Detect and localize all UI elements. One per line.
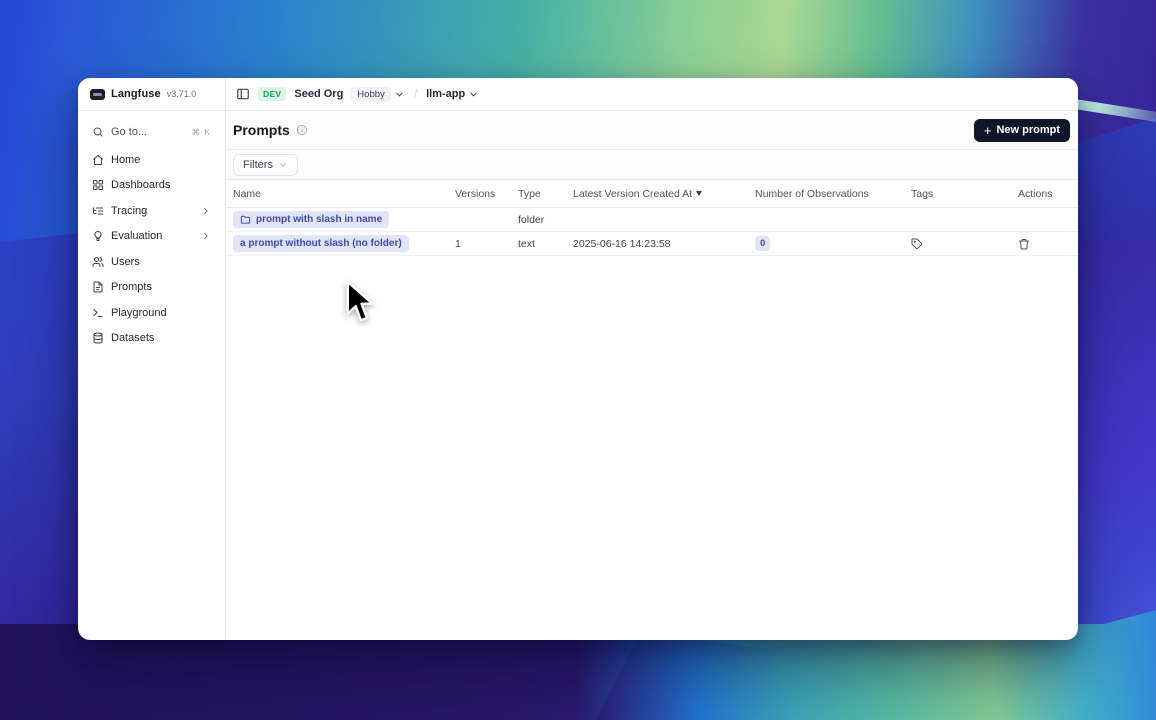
prompt-link[interactable]: a prompt without slash (no folder) bbox=[233, 235, 409, 252]
filters-button[interactable]: Filters bbox=[233, 154, 298, 176]
sidebar-item-users[interactable]: Users bbox=[86, 249, 217, 275]
latest-version-cell: 2025-06-16 14:23:58 bbox=[573, 238, 755, 250]
org-plan-dropdown[interactable]: Hobby bbox=[351, 87, 404, 102]
sidebar-item-label: Home bbox=[111, 154, 140, 166]
new-prompt-label: New prompt bbox=[996, 124, 1060, 136]
plan-badge: Hobby bbox=[351, 87, 390, 102]
playground-terminal-icon bbox=[92, 307, 104, 319]
main-area: DEV Seed Org Hobby / llm-app Prompts bbox=[226, 78, 1078, 640]
column-header-label: Latest Version Created At bbox=[573, 188, 692, 200]
table-header-row: Name Versions Type Latest Version Create… bbox=[226, 180, 1078, 208]
versions-cell: 1 bbox=[455, 238, 518, 250]
chevron-down-icon bbox=[394, 89, 405, 100]
page-header: Prompts + New prompt bbox=[226, 111, 1078, 150]
brand-name: Langfuse bbox=[111, 88, 161, 100]
new-prompt-button[interactable]: + New prompt bbox=[974, 119, 1070, 142]
sidebar-toggle-icon[interactable] bbox=[236, 87, 250, 101]
name-cell: prompt with slash in name bbox=[233, 211, 455, 228]
sidebar-item-tracing[interactable]: Tracing bbox=[86, 198, 217, 224]
tags-cell bbox=[911, 238, 1018, 250]
chevron-right-icon bbox=[201, 206, 211, 216]
column-header-latest-version[interactable]: Latest Version Created At bbox=[573, 188, 755, 200]
sidebar-item-label: Tracing bbox=[111, 205, 147, 217]
top-bar: DEV Seed Org Hobby / llm-app bbox=[226, 78, 1078, 111]
sidebar-header: Langfuse v3.71.0 bbox=[78, 78, 225, 111]
org-name[interactable]: Seed Org bbox=[294, 88, 343, 100]
sidebar-item-evaluation[interactable]: Evaluation bbox=[86, 224, 217, 250]
column-header-versions[interactable]: Versions bbox=[455, 188, 518, 200]
filters-row: Filters bbox=[226, 150, 1078, 180]
delete-trash-icon[interactable] bbox=[1018, 238, 1030, 250]
sidebar-item-label: Datasets bbox=[111, 332, 154, 344]
sidebar-item-label: Playground bbox=[111, 307, 167, 319]
sidebar-item-label: Prompts bbox=[111, 281, 152, 293]
brand-version: v3.71.0 bbox=[167, 89, 197, 99]
type-cell: text bbox=[518, 238, 573, 250]
breadcrumb-separator: / bbox=[413, 87, 418, 101]
sidebar-nav: Go to... ⌘ K Home Dashboards Tracing bbox=[78, 111, 225, 361]
sidebar-item-prompts[interactable]: Prompts bbox=[86, 275, 217, 301]
folder-icon bbox=[240, 214, 251, 225]
info-icon[interactable] bbox=[296, 124, 308, 136]
tracing-icon bbox=[92, 205, 104, 217]
goto-label: Go to... bbox=[111, 126, 147, 138]
observations-cell: 0 bbox=[755, 236, 911, 251]
project-name: llm-app bbox=[426, 88, 465, 100]
users-icon bbox=[92, 256, 104, 268]
actions-cell bbox=[1018, 238, 1078, 250]
goto-search[interactable]: Go to... ⌘ K bbox=[86, 121, 217, 147]
datasets-database-icon bbox=[92, 332, 104, 344]
plus-icon: + bbox=[984, 124, 992, 137]
tag-icon[interactable] bbox=[911, 238, 923, 250]
column-header-name[interactable]: Name bbox=[233, 188, 455, 200]
sidebar-item-dashboards[interactable]: Dashboards bbox=[86, 173, 217, 199]
home-icon bbox=[92, 154, 104, 166]
wallpaper-right-band bbox=[1066, 240, 1156, 660]
sidebar-item-playground[interactable]: Playground bbox=[86, 300, 217, 326]
chevron-down-icon bbox=[468, 89, 479, 100]
name-cell: a prompt without slash (no folder) bbox=[233, 235, 455, 252]
prompt-name: a prompt without slash (no folder) bbox=[240, 238, 402, 250]
sidebar: Langfuse v3.71.0 Go to... ⌘ K Home bbox=[78, 78, 226, 640]
prompts-table: Name Versions Type Latest Version Create… bbox=[226, 180, 1078, 256]
table-row[interactable]: prompt with slash in name folder bbox=[226, 208, 1078, 232]
search-icon bbox=[92, 126, 104, 138]
chevron-down-icon bbox=[278, 160, 288, 170]
project-dropdown[interactable]: llm-app bbox=[426, 88, 479, 100]
page-title: Prompts bbox=[233, 122, 290, 138]
dashboards-icon bbox=[92, 179, 104, 191]
sidebar-item-label: Users bbox=[111, 256, 140, 268]
prompt-name: prompt with slash in name bbox=[256, 214, 382, 226]
goto-shortcut: ⌘ K bbox=[191, 127, 211, 138]
prompts-icon bbox=[92, 281, 104, 293]
sidebar-item-home[interactable]: Home bbox=[86, 147, 217, 173]
sidebar-item-datasets[interactable]: Datasets bbox=[86, 326, 217, 352]
langfuse-logo bbox=[90, 89, 105, 100]
column-header-actions: Actions bbox=[1018, 188, 1078, 200]
table-row[interactable]: a prompt without slash (no folder) 1 tex… bbox=[226, 232, 1078, 256]
column-header-type[interactable]: Type bbox=[518, 188, 573, 200]
column-header-observations[interactable]: Number of Observations bbox=[755, 188, 911, 200]
chevron-right-icon bbox=[201, 231, 211, 241]
evaluation-icon bbox=[92, 230, 104, 242]
sidebar-item-label: Evaluation bbox=[111, 230, 162, 242]
observations-count-badge: 0 bbox=[755, 236, 770, 251]
langfuse-app-window: Langfuse v3.71.0 Go to... ⌘ K Home bbox=[78, 78, 1078, 640]
sort-desc-icon bbox=[696, 191, 702, 196]
prompt-folder-link[interactable]: prompt with slash in name bbox=[233, 211, 389, 228]
column-header-tags[interactable]: Tags bbox=[911, 188, 1018, 200]
type-cell: folder bbox=[518, 214, 573, 226]
filters-label: Filters bbox=[243, 159, 273, 171]
env-badge: DEV bbox=[258, 87, 286, 101]
sidebar-item-label: Dashboards bbox=[111, 179, 170, 191]
